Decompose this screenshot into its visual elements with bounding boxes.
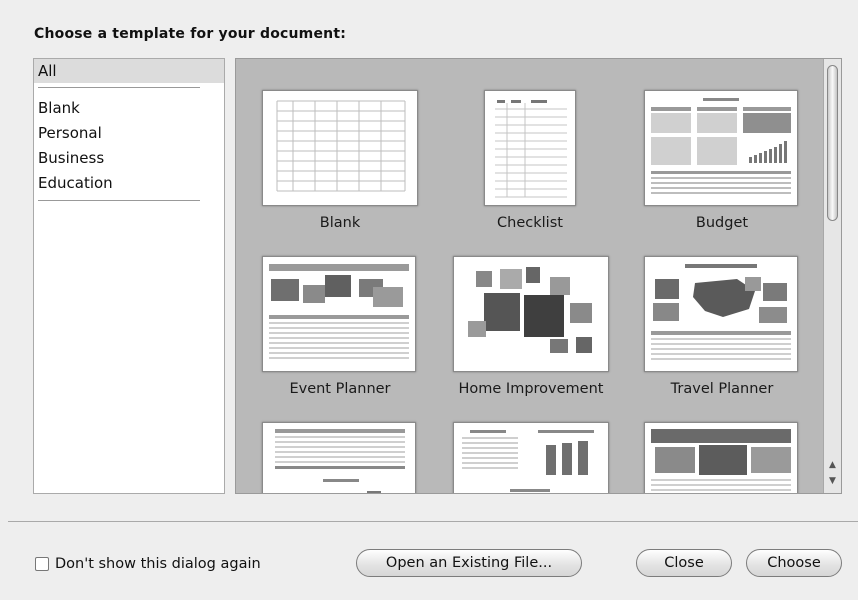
close-button[interactable]: Close	[636, 549, 732, 577]
template-thumbnail-row3-2[interactable]	[453, 422, 609, 493]
template-grid-scrollbar[interactable]: ▲ ▼	[823, 59, 841, 493]
category-item-blank[interactable]: Blank	[34, 96, 224, 121]
scroll-up-arrow-icon[interactable]: ▲	[824, 457, 841, 473]
template-label-home-improvement: Home Improvement	[458, 381, 604, 397]
choose-button[interactable]: Choose	[746, 549, 842, 577]
checklist-preview	[495, 100, 567, 198]
dont-show-again-row[interactable]: Don't show this dialog again	[35, 555, 261, 573]
vehicle-preview	[651, 429, 791, 491]
template-thumbnail-row3-3[interactable]	[644, 422, 798, 493]
category-item-business[interactable]: Business	[34, 146, 224, 171]
template-thumbnail-travel-planner[interactable]	[644, 256, 798, 372]
template-thumbnail-home-improvement[interactable]	[453, 256, 609, 372]
category-item-all[interactable]: All	[34, 59, 224, 83]
spreadsheet-grid-preview	[276, 100, 406, 192]
template-label-travel-planner: Travel Planner	[670, 381, 774, 397]
template-label-checklist: Checklist	[497, 215, 563, 231]
loan-table-preview	[275, 429, 405, 493]
category-divider	[38, 200, 200, 201]
event-planner-preview	[269, 264, 409, 359]
category-item-education[interactable]: Education	[34, 171, 224, 196]
dont-show-again-checkbox[interactable]	[35, 557, 49, 571]
dialog-title: Choose a template for your document:	[34, 26, 347, 42]
template-thumbnail-blank[interactable]	[262, 90, 418, 206]
template-label-blank: Blank	[319, 215, 361, 231]
template-label-event-planner: Event Planner	[289, 381, 391, 397]
dont-show-again-label[interactable]: Don't show this dialog again	[55, 556, 261, 572]
template-label-budget: Budget	[695, 215, 749, 231]
category-list[interactable]: All Blank Personal Business Education	[33, 58, 225, 494]
template-thumbnail-event-planner[interactable]	[262, 256, 416, 372]
home-improvement-preview	[468, 267, 592, 353]
scroll-down-arrow-icon[interactable]: ▼	[824, 473, 841, 489]
template-grid[interactable]: Blank Checklist Budget Event Planner Hom…	[235, 58, 842, 494]
mortgage-chart-preview	[462, 430, 594, 492]
template-thumbnail-checklist[interactable]	[484, 90, 576, 206]
template-thumbnail-budget[interactable]	[644, 90, 798, 206]
category-item-personal[interactable]: Personal	[34, 121, 224, 146]
budget-preview	[651, 98, 791, 194]
template-thumbnail-row3-1[interactable]	[262, 422, 416, 493]
scrollbar-thumb[interactable]	[827, 65, 838, 221]
travel-planner-preview	[651, 264, 791, 360]
open-existing-file-button[interactable]: Open an Existing File...	[356, 549, 582, 577]
footer-divider	[8, 521, 858, 522]
